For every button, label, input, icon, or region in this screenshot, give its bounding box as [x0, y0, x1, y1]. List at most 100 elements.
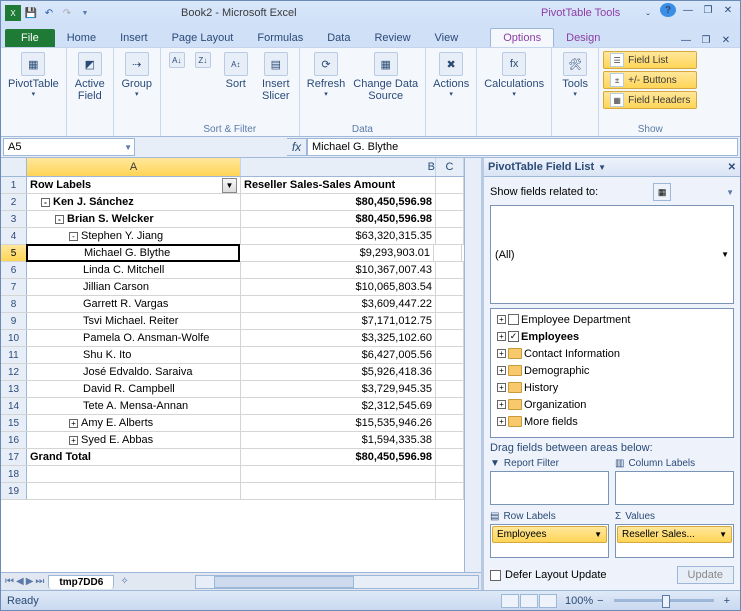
select-all-corner[interactable]: [1, 158, 27, 176]
cell[interactable]: -Stephen Y. Jiang: [27, 228, 241, 244]
cell[interactable]: $80,450,596.98: [241, 194, 436, 210]
cell[interactable]: [436, 262, 464, 278]
cell[interactable]: $10,367,007.43: [241, 262, 436, 278]
row-number[interactable]: 8: [1, 296, 27, 312]
expand-icon[interactable]: +: [497, 349, 506, 358]
cell[interactable]: +Syed E. Abbas: [27, 432, 241, 448]
expand-icon[interactable]: +: [497, 315, 506, 324]
cell[interactable]: José Edvaldo. Saraiva: [27, 364, 241, 380]
plus-minus-buttons-toggle[interactable]: ±+/- Buttons: [603, 71, 697, 89]
row-number[interactable]: 17: [1, 449, 27, 465]
collapse-icon[interactable]: -: [41, 198, 50, 207]
name-box[interactable]: A5▼: [3, 138, 135, 156]
sheet-nav-next-icon[interactable]: ▶: [26, 576, 34, 587]
checkbox[interactable]: [508, 331, 519, 342]
mdi-minimize-icon[interactable]: —: [680, 3, 696, 17]
layout-options-dropdown-icon[interactable]: ▼: [726, 188, 734, 197]
tab-review[interactable]: Review: [362, 29, 422, 47]
row-number[interactable]: 12: [1, 364, 27, 380]
tab-formulas[interactable]: Formulas: [245, 29, 315, 47]
mdi-restore-icon[interactable]: ❐: [700, 3, 716, 17]
tab-view[interactable]: View: [423, 29, 471, 47]
cell[interactable]: [436, 432, 464, 448]
mdi-close-icon[interactable]: ✕: [720, 3, 736, 17]
save-icon[interactable]: 💾: [23, 5, 39, 21]
cell[interactable]: Shu K. Ito: [27, 347, 241, 363]
expand-icon[interactable]: +: [69, 419, 78, 428]
calculations-button[interactable]: fxCalculations▾: [481, 50, 547, 134]
values-chip-reseller-sales[interactable]: Reseller Sales...▼: [617, 526, 732, 543]
sheet-tab[interactable]: tmp7DD6: [48, 575, 114, 589]
cell[interactable]: [436, 296, 464, 312]
row-number[interactable]: 16: [1, 432, 27, 448]
sort-desc-button[interactable]: Z↓: [191, 50, 215, 123]
zoom-in-icon[interactable]: +: [720, 595, 734, 607]
tab-options[interactable]: Options: [490, 28, 554, 47]
cell[interactable]: $1,594,335.38: [241, 432, 436, 448]
sheet-nav-last-icon[interactable]: ⏭: [35, 576, 44, 587]
sheet-nav-prev-icon[interactable]: ◀: [16, 576, 24, 587]
zoom-level[interactable]: 100%: [565, 595, 593, 607]
row-number[interactable]: 15: [1, 415, 27, 431]
field-item[interactable]: +Employee Department: [493, 311, 731, 328]
refresh-button[interactable]: ⟳Refresh▾: [304, 50, 349, 123]
column-header-b[interactable]: B: [241, 158, 436, 176]
tab-page-layout[interactable]: Page Layout: [160, 29, 246, 47]
cell[interactable]: [436, 415, 464, 431]
workbook-restore-icon[interactable]: ❐: [698, 33, 714, 47]
view-page-break-icon[interactable]: [539, 594, 557, 608]
expand-icon[interactable]: +: [497, 400, 506, 409]
field-list[interactable]: +Employee Department+Employees+Contact I…: [490, 308, 734, 438]
cell[interactable]: $7,171,012.75: [241, 313, 436, 329]
cell[interactable]: David R. Campbell: [27, 381, 241, 397]
cell[interactable]: $3,325,102.60: [241, 330, 436, 346]
collapse-icon[interactable]: -: [69, 232, 78, 241]
cell[interactable]: [27, 483, 241, 499]
related-to-select[interactable]: (All)▼: [490, 205, 734, 304]
cell[interactable]: $6,427,005.56: [241, 347, 436, 363]
cell[interactable]: $3,609,447.22: [241, 296, 436, 312]
row-number[interactable]: 6: [1, 262, 27, 278]
cell[interactable]: $9,293,903.01: [239, 245, 434, 261]
cell[interactable]: [241, 483, 436, 499]
tab-file[interactable]: File: [5, 29, 55, 47]
cell[interactable]: Row Labels▼: [27, 177, 241, 193]
cell[interactable]: [436, 228, 464, 244]
report-filter-area[interactable]: [490, 471, 609, 505]
cell[interactable]: [436, 466, 464, 482]
cell[interactable]: [241, 466, 436, 482]
cell[interactable]: Jillian Carson: [27, 279, 241, 295]
field-headers-toggle[interactable]: ▦Field Headers: [603, 91, 697, 109]
expand-icon[interactable]: +: [497, 383, 506, 392]
cell[interactable]: [436, 194, 464, 210]
expand-icon[interactable]: +: [497, 332, 506, 341]
row-number[interactable]: 13: [1, 381, 27, 397]
cell[interactable]: [436, 177, 464, 193]
cell[interactable]: $80,450,596.98: [241, 449, 436, 465]
horizontal-scrollbar[interactable]: [195, 575, 479, 589]
redo-icon[interactable]: ↷: [59, 5, 75, 21]
view-page-layout-icon[interactable]: [520, 594, 538, 608]
row-number[interactable]: 1: [1, 177, 27, 193]
expand-icon[interactable]: +: [497, 366, 506, 375]
cell[interactable]: $3,729,945.35: [241, 381, 436, 397]
expand-icon[interactable]: +: [497, 417, 506, 426]
field-item[interactable]: +Contact Information: [493, 345, 731, 362]
insert-slicer-button[interactable]: ▤Insert Slicer: [257, 50, 295, 123]
cell[interactable]: Michael G. Blythe: [26, 244, 240, 262]
cell[interactable]: Tsvi Michael. Reiter: [27, 313, 241, 329]
row-number[interactable]: 5: [1, 245, 27, 261]
row-number[interactable]: 3: [1, 211, 27, 227]
column-header-a[interactable]: A: [27, 158, 241, 176]
row-number[interactable]: 18: [1, 466, 27, 482]
fx-icon[interactable]: fx: [287, 138, 307, 156]
cell[interactable]: Grand Total: [27, 449, 241, 465]
zoom-out-icon[interactable]: −: [593, 595, 607, 607]
cell[interactable]: $63,320,315.35: [241, 228, 436, 244]
cell[interactable]: $2,312,545.69: [241, 398, 436, 414]
column-header-c[interactable]: C: [436, 158, 464, 176]
active-field-button[interactable]: ◩Active Field: [71, 50, 109, 134]
grid-body[interactable]: 1Row Labels▼Reseller Sales-Sales Amount2…: [1, 177, 464, 572]
cell[interactable]: [436, 364, 464, 380]
undo-icon[interactable]: ↶: [41, 5, 57, 21]
